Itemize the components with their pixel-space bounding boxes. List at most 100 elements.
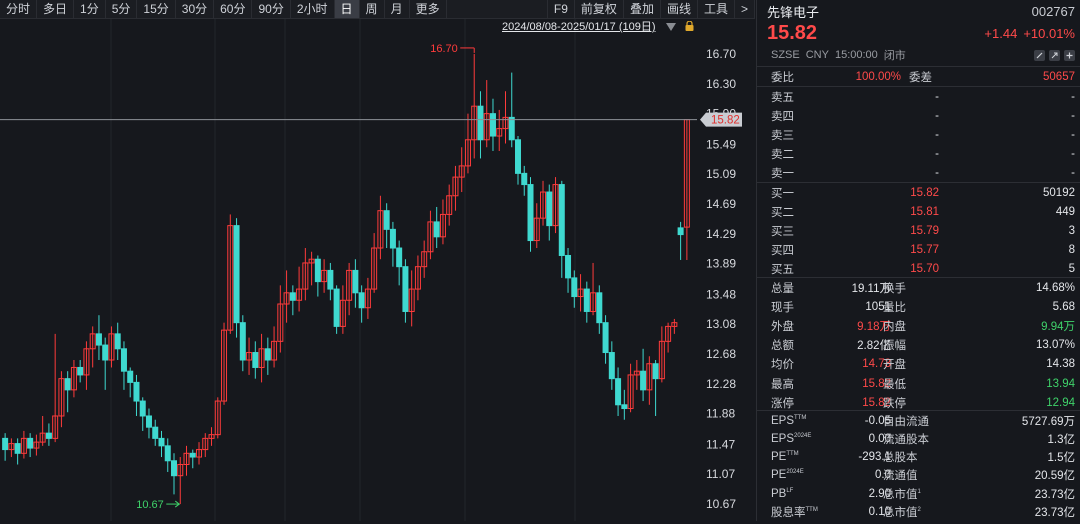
toolbar-right-3[interactable]: 画线 <box>661 0 698 18</box>
lock-icon[interactable] <box>685 21 694 31</box>
sell-volume: - <box>1071 128 1075 141</box>
stat-value: 2.82亿 <box>857 340 891 353</box>
tab-8[interactable]: 2小时 <box>291 0 335 18</box>
sell-label: 卖四 <box>771 110 794 123</box>
buy-row-2[interactable]: 买二 15.81 449 <box>771 202 1075 221</box>
buy-volume: 8 <box>1068 244 1075 257</box>
toolbar-right-5[interactable]: > <box>735 0 755 18</box>
candle-body <box>239 322 246 361</box>
tab-6[interactable]: 60分 <box>214 0 253 18</box>
tab-5[interactable]: 30分 <box>176 0 215 18</box>
toolbar-right-0[interactable]: F9 <box>546 0 575 18</box>
tab-11[interactable]: 月 <box>385 0 410 18</box>
market-info: SZSE CNY 15:00:00 闭市 <box>771 47 1075 63</box>
tab-0[interactable]: 分时 <box>0 0 38 18</box>
fund-value-2: 1.3亿 <box>1047 433 1076 446</box>
candle-body <box>158 437 165 447</box>
price-axis-label: 10.67 <box>706 497 736 511</box>
expand-icon[interactable] <box>1049 49 1060 61</box>
weidiff-label: 委差 <box>909 71 932 84</box>
toolbar-right-4[interactable]: 工具 <box>698 0 735 18</box>
sell-price: - <box>935 90 939 103</box>
sell-price: - <box>935 128 939 141</box>
buy-price: 15.77 <box>910 244 939 257</box>
fundamental-row: PETTM -293.1 总股本 1.5亿 <box>771 448 1075 467</box>
buy-label: 买五 <box>771 264 794 277</box>
tab-1[interactable]: 多日 <box>37 0 75 18</box>
tab-10[interactable]: 周 <box>360 0 385 18</box>
candle-body <box>314 258 321 283</box>
tab-2[interactable]: 1分 <box>74 0 106 18</box>
sell-label: 卖三 <box>771 129 794 142</box>
tab-3[interactable]: 5分 <box>106 0 138 18</box>
tab-9[interactable]: 日 <box>334 0 360 18</box>
price-axis-label: 11.88 <box>706 407 735 421</box>
toolbar-right-1[interactable]: 前复权 <box>575 0 624 18</box>
stat-label-2: 换手 <box>883 282 906 295</box>
sell-row-4[interactable]: 卖四 - - <box>771 106 1075 125</box>
candle-body <box>14 443 21 454</box>
high-marker-label: 16.70 <box>430 43 458 55</box>
candle-body <box>571 277 578 298</box>
buy-label: 买四 <box>771 245 794 258</box>
range-dropdown-icon[interactable] <box>666 23 676 31</box>
toolbar-right-2[interactable]: 叠加 <box>624 0 661 18</box>
quote-panel: 先锋电子 002767 15.82 +1.44 +10.01% SZSE CNY … <box>756 0 1080 521</box>
tab-4[interactable]: 15分 <box>137 0 176 18</box>
stat-value: 14.73 <box>862 358 891 371</box>
tab-7[interactable]: 90分 <box>252 0 291 18</box>
date-range-label[interactable]: 2024/08/08-2025/01/17 (109日) <box>502 19 656 35</box>
candle-body <box>383 210 390 230</box>
sell-row-2[interactable]: 卖二 - - <box>771 145 1075 164</box>
fund-label-2: 总股本 <box>883 449 918 465</box>
buy-row-4[interactable]: 买四 15.77 8 <box>771 241 1075 260</box>
stat-value-2: 14.68% <box>1035 281 1075 294</box>
add-icon[interactable] <box>1064 49 1075 61</box>
price-axis-label: 12.68 <box>706 347 736 361</box>
buy-row-1[interactable]: 买一 15.82 50192 <box>771 183 1075 202</box>
candle-body <box>102 344 109 361</box>
candle-body <box>120 348 127 372</box>
stat-label: 外盘 <box>771 320 794 333</box>
candle-body <box>164 445 171 462</box>
market-status: 闭市 <box>883 50 906 62</box>
buy-row-3[interactable]: 买三 15.79 3 <box>771 221 1075 240</box>
fund-value-2: 23.73亿 <box>1034 507 1075 519</box>
buy-price: 15.82 <box>910 186 939 199</box>
sell-row-1[interactable]: 卖一 - - <box>771 164 1075 183</box>
candle-body <box>358 292 365 309</box>
stat-value: 19.11万 <box>851 282 891 295</box>
stat-label-2: 跌停 <box>883 397 906 410</box>
candlestick-chart[interactable]: 16.7016.3015.9015.4915.0914.6914.2913.89… <box>0 19 755 521</box>
fund-value: 2.90 <box>868 487 891 500</box>
fund-label-2-text: 总市值 <box>883 507 918 519</box>
fund-label-text: PB <box>771 487 787 500</box>
stock-code: 002767 <box>1031 3 1075 19</box>
price-axis-label: 16.70 <box>706 47 736 61</box>
exchange: SZSE <box>771 49 800 61</box>
candle-body <box>677 227 684 236</box>
candle-body <box>527 184 534 242</box>
price-axis-label: 13.48 <box>706 287 736 301</box>
candle-body <box>389 228 396 249</box>
fund-label-sup: TTM <box>794 414 807 421</box>
current-price-tag: 15.82 <box>711 115 740 127</box>
candle-body <box>640 370 647 391</box>
fund-label-2: 流通值 <box>883 467 918 483</box>
candle-body <box>652 363 659 380</box>
sell-label: 卖五 <box>771 91 794 104</box>
edit-icon[interactable] <box>1034 49 1045 61</box>
sell-price: - <box>935 109 939 122</box>
buy-row-5[interactable]: 买五 15.70 5 <box>771 260 1075 279</box>
buy-price: 15.70 <box>910 263 939 276</box>
fund-label-2: 流通股本 <box>883 431 929 447</box>
candle-body <box>515 139 521 174</box>
stat-label-2: 内盘 <box>883 320 906 333</box>
sell-row-3[interactable]: 卖三 - - <box>771 125 1075 144</box>
tab-12[interactable]: 更多 <box>410 0 447 18</box>
sell-volume: - <box>1071 90 1075 103</box>
fund-value-2: 23.73亿 <box>1034 488 1075 501</box>
candle-body <box>152 426 159 439</box>
sell-row-5[interactable]: 卖五 - - <box>771 87 1075 106</box>
chart-canvas[interactable]: 16.7016.3015.9015.4915.0914.6914.2913.89… <box>0 19 755 521</box>
